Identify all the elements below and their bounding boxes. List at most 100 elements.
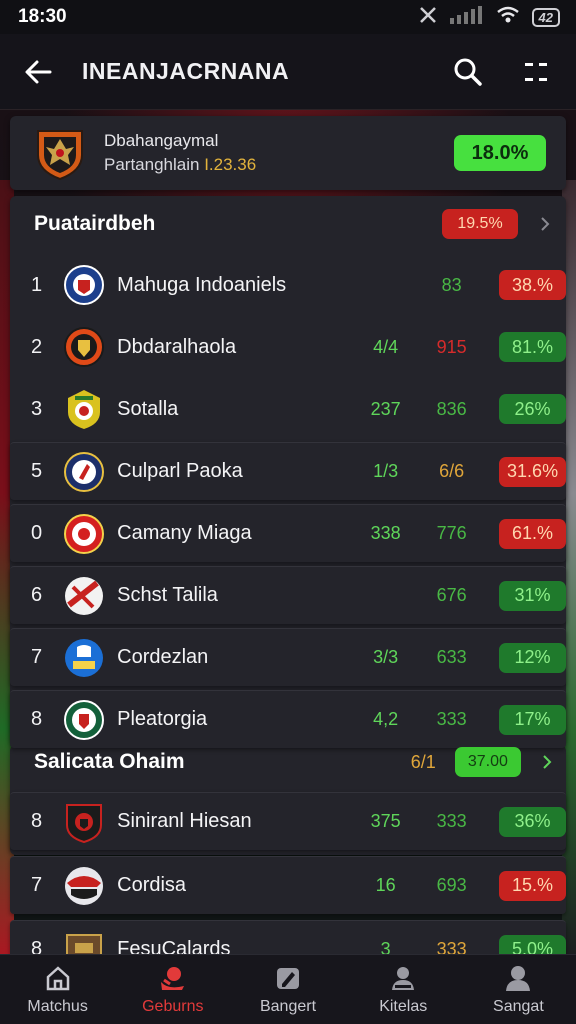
nav-item-sangat[interactable]: Sangat [461, 955, 576, 1024]
ball-icon [160, 966, 184, 990]
team-row[interactable]: 8 Siniranl Hiesan 375 333 36% [10, 792, 566, 850]
nav-item-kitelas[interactable]: Kitelas [346, 955, 461, 1024]
team-name: Dbdaralhaola [117, 335, 237, 358]
team-crest-icon [65, 638, 104, 677]
nav-item-matches[interactable]: Matchus [0, 955, 115, 1024]
team-stat-a: 3/3 [373, 647, 399, 667]
team-rank: 7 [31, 646, 43, 668]
nav-label: Kitelas [379, 997, 428, 1015]
chevron-right-icon [532, 216, 558, 232]
team-rank: 7 [31, 874, 43, 896]
battery-indicator: 42 [531, 7, 560, 27]
team-stat-b: 6/6 [439, 461, 465, 481]
team-row[interactable]: 0 Camany Miaga 338 776 61.% [10, 504, 566, 562]
team-stat-a: 1/3 [373, 461, 399, 481]
team-rank: 5 [31, 460, 43, 482]
team-rank: 6 [31, 584, 43, 606]
summary-subtitle: Partanghlain [104, 155, 200, 174]
team-percent-badge: 26% [499, 394, 566, 424]
team-stat-b: 333 [436, 709, 467, 729]
status-bar: 18:30 42 [0, 0, 576, 34]
team-stat-a: 338 [370, 523, 401, 543]
team-stat-a: 237 [370, 398, 401, 419]
team-stat-a: 4/4 [373, 336, 399, 357]
team-rank: 0 [31, 522, 43, 544]
team-name: Pleatorgia [117, 708, 208, 730]
team-name: Cordisa [117, 874, 187, 896]
team-name: Cordezlan [117, 646, 209, 668]
team-stat-b: 836 [436, 398, 467, 419]
team-percent-badge: 61.% [499, 518, 566, 549]
team-stat-a: 4,2 [373, 709, 399, 729]
team-stat-b: 676 [436, 585, 467, 605]
group-stat: 6/1 [410, 751, 436, 772]
team-crest-icon [66, 803, 103, 843]
team-percent-badge: 36% [499, 806, 566, 837]
wifi-icon [496, 6, 520, 28]
group-value-badge: 37.00 [454, 747, 522, 777]
grid-icon [525, 62, 547, 81]
team-crest-icon [65, 576, 104, 615]
team-rank: 2 [31, 335, 43, 358]
garuda-crest-icon [37, 130, 83, 181]
summary-title: Dbahangaymal [104, 131, 219, 150]
app-bar: INEANJACRNANA [0, 34, 576, 110]
team-stat-a: 16 [375, 875, 396, 895]
team-name: Camany Miaga [117, 522, 252, 544]
group-header-2[interactable]: Salicata Ohaim 6/1 37.00 [10, 734, 566, 790]
summary-date: I.23.36 [204, 155, 257, 174]
team-name: Siniranl Hiesan [117, 810, 252, 832]
team-percent-badge: 15.% [499, 870, 566, 901]
team-percent-badge: 17% [499, 704, 566, 735]
nav-item-geburns[interactable]: Geburns [115, 955, 230, 1024]
search-icon [454, 58, 482, 86]
group-title: Puatairdbeh [34, 212, 156, 235]
team-name: Mahuga Indoaniels [117, 273, 287, 296]
team-rank: 8 [31, 810, 43, 832]
edit-icon [277, 967, 299, 989]
chevron-right-icon [535, 754, 558, 770]
team-row[interactable]: 2 Dbdaralhaola 4/4 915 81.% [10, 318, 566, 376]
status-time: 18:30 [18, 6, 67, 27]
team-row[interactable]: 7 Cordisa 16 693 15.% [10, 856, 566, 914]
page-title: INEANJACRNANA [82, 58, 290, 84]
team-percent-badge: 31.6% [499, 456, 566, 487]
team-rank: 3 [31, 397, 43, 420]
team-name: Sotalla [117, 397, 179, 420]
team-crest-icon [68, 390, 101, 429]
team-stat-b: 915 [436, 336, 467, 357]
group-value-badge: 19.5% [442, 209, 518, 239]
signal-icon [449, 6, 484, 28]
back-arrow-icon [25, 60, 52, 83]
nav-item-bangert[interactable]: Bangert [230, 955, 345, 1024]
nav-label: Matchus [27, 997, 88, 1015]
nav-label: Bangert [259, 997, 317, 1015]
team-row[interactable]: 6 Schst Talila 676 31% [10, 566, 566, 624]
bottom-navigation: Matchus Geburns Bangert Kitelas Sangat [0, 954, 576, 1024]
team-stat-a: 375 [370, 811, 401, 831]
profile-icon [506, 965, 531, 991]
team-stat-b: 776 [436, 523, 467, 543]
team-crest-icon [64, 265, 105, 305]
team-crest-icon [64, 327, 105, 367]
grid-menu-button[interactable] [514, 50, 558, 94]
team-name: Schst Talila [117, 584, 218, 606]
team-percent-badge: 12% [499, 642, 566, 673]
nav-label: Sangat [493, 997, 544, 1015]
summary-value-badge: 18.0% [454, 135, 546, 171]
summary-card[interactable]: Dbahangaymal Partanghlain I.23.36 18.0% [10, 116, 566, 190]
team-percent-badge: 31% [499, 580, 566, 611]
team-row[interactable]: 7 Cordezlan 3/3 633 12% [10, 628, 566, 686]
team-crest-icon [64, 451, 105, 492]
nav-label: Geburns [142, 997, 204, 1015]
team-stat-b: 83 [441, 274, 462, 295]
search-button[interactable] [446, 50, 490, 94]
team-row[interactable]: 1 Mahuga Indoaniels 83 38.% [10, 256, 566, 314]
team-row[interactable]: 5 Culparl Paoka 1/3 6/6 31.6% [10, 442, 566, 500]
group-header-1[interactable]: Puatairdbeh 19.5% [10, 196, 566, 252]
team-row[interactable]: 3 Sotalla 237 836 26% [10, 380, 566, 438]
team-rank: 1 [31, 273, 43, 296]
back-button[interactable] [18, 52, 58, 92]
team-stat-b: 633 [436, 647, 467, 667]
team-percent-badge: 38.% [499, 270, 566, 300]
